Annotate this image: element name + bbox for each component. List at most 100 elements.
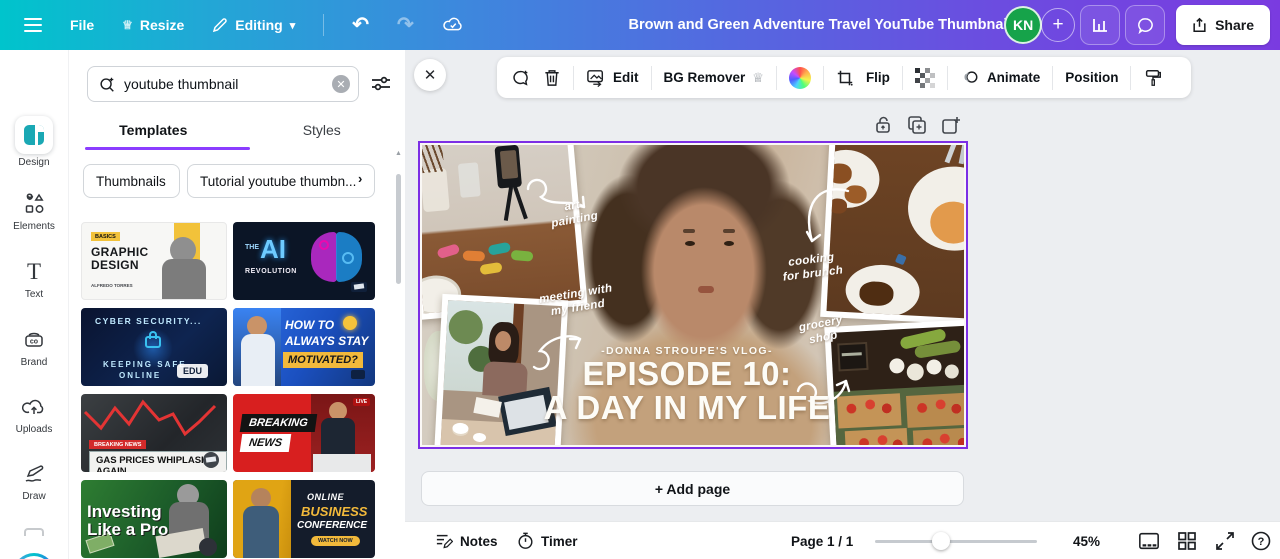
stock-chart-line <box>83 399 217 437</box>
magic-search-icon <box>100 77 114 92</box>
thumbnail-design: art painting meeting with my friend cookin… <box>422 145 964 445</box>
paint-tube <box>436 243 461 260</box>
template-cyber-security[interactable]: CYBER SECURITY... KEEPING SAFE ONLINE ED… <box>81 308 227 386</box>
insights-button[interactable] <box>1080 5 1121 45</box>
scrollbar-thumb[interactable] <box>396 174 401 284</box>
template-motivated[interactable]: HOW TO ALWAYS STAY MOTIVATED? <box>233 308 375 386</box>
person-photo <box>243 506 279 558</box>
template-gas-prices[interactable]: BREAKING NEWS GAS PRICES WHIPLASH AGAIN <box>81 394 227 472</box>
animate-label: Animate <box>986 70 1041 85</box>
edu-cap-icon <box>199 538 217 556</box>
chip-tutorial[interactable]: Tutorial youtube thumbn... <box>187 164 375 198</box>
add-page-icon-button[interactable] <box>940 114 962 136</box>
cloud-saved-icon[interactable] <box>442 14 464 36</box>
projects-folder-icon[interactable] <box>24 528 44 536</box>
design-canvas[interactable]: art painting meeting with my friend cookin… <box>418 141 968 449</box>
sidebar-item-elements[interactable]: Elements <box>0 190 68 232</box>
template-text: DESIGN <box>91 258 139 272</box>
delete-button[interactable] <box>543 68 561 87</box>
tomato-carton <box>844 428 909 445</box>
crop-button[interactable] <box>836 69 854 87</box>
color-picker-button[interactable] <box>788 66 811 89</box>
grid-view-icon[interactable] <box>1176 530 1198 552</box>
flip-button[interactable]: Flip <box>866 70 890 85</box>
file-menu[interactable]: File <box>70 17 94 33</box>
search-input[interactable] <box>124 76 324 92</box>
undo-button[interactable]: ↶ <box>352 15 369 35</box>
notes-label: Notes <box>460 533 498 549</box>
clear-search-icon[interactable]: ✕ <box>332 75 350 93</box>
sidebar-item-brand[interactable]: co Brand <box>0 326 68 368</box>
trash-icon <box>545 70 559 86</box>
sidebar-item-label: Uploads <box>15 424 53 435</box>
resize-button[interactable]: ♕ Resize <box>122 17 184 33</box>
template-text: ONLINE <box>307 492 345 502</box>
duplicate-page-button[interactable] <box>906 114 928 136</box>
headline-line1: EPISODE 10: <box>582 355 792 392</box>
avatar[interactable]: KN <box>1004 6 1043 44</box>
transparency-button[interactable] <box>914 67 935 88</box>
divider <box>1130 65 1132 90</box>
notes-icon <box>436 534 453 549</box>
close-toolbar-button[interactable]: ✕ <box>414 59 446 91</box>
position-label: Position <box>1065 70 1119 85</box>
person-photo <box>251 488 271 508</box>
chips-scroll-chevron-icon[interactable]: › <box>358 171 362 186</box>
sidebar-item-design[interactable]: Design <box>0 116 68 168</box>
template-text: CYBER SECURITY... <box>95 316 202 326</box>
tab-templates[interactable]: Templates <box>69 114 238 150</box>
magic-assistant-button[interactable]: ✦ <box>13 553 55 559</box>
sidebar-item-draw[interactable]: Draw <box>0 460 68 502</box>
template-investing[interactable]: Investing Like a Pro <box>81 480 227 558</box>
menu-icon[interactable] <box>24 18 42 32</box>
lock-page-button[interactable] <box>872 114 894 136</box>
template-graphic-design[interactable]: BASICS GRAPHIC DESIGN ALFREDO TORRES <box>81 222 227 300</box>
pages-view-icon[interactable] <box>1138 530 1160 552</box>
zoom-level[interactable]: 45% <box>1073 522 1100 559</box>
template-text: THE <box>245 244 259 251</box>
fullscreen-icon[interactable] <box>1214 530 1236 552</box>
zoom-slider-track[interactable] <box>875 540 1037 543</box>
bg-remover-button[interactable]: BG Remover ♕ <box>664 70 764 86</box>
photo-detail <box>906 362 925 381</box>
sidebar-item-uploads[interactable]: Uploads <box>0 393 68 435</box>
zoom-slider-knob[interactable] <box>932 532 950 550</box>
add-member-button[interactable]: + <box>1041 8 1076 42</box>
timer-button[interactable]: Timer <box>517 522 578 559</box>
notes-button[interactable]: Notes <box>435 522 498 559</box>
panel-scrollbar[interactable] <box>396 162 401 552</box>
filter-button[interactable] <box>369 72 393 96</box>
document-title[interactable]: Brown and Green Adventure Travel YouTube… <box>610 0 1030 50</box>
template-ai-revolution[interactable]: THE AI REVOLUTION <box>233 222 375 300</box>
add-comment-button[interactable] <box>511 68 531 88</box>
redo-button[interactable]: ↷ <box>397 15 414 35</box>
chip-thumbnails[interactable]: Thumbnails <box>83 164 180 198</box>
search-box[interactable]: ✕ <box>87 66 359 102</box>
tab-styles[interactable]: Styles <box>238 114 407 150</box>
help-icon[interactable]: ? <box>1250 530 1272 552</box>
person-photo <box>241 334 275 386</box>
edit-image-button[interactable]: Edit <box>586 69 639 87</box>
editing-mode-dropdown[interactable]: Editing ▾ <box>212 17 295 33</box>
template-business-conference[interactable]: ONLINE BUSINESS CONFERENCE WATCH NOW <box>233 480 375 558</box>
share-button[interactable]: Share <box>1176 5 1270 45</box>
add-page-button[interactable]: + Add page <box>421 471 964 506</box>
template-text: REVOLUTION <box>245 268 297 275</box>
template-text: BREAKING NEWS <box>89 440 147 449</box>
divider <box>573 65 574 90</box>
template-breaking-news[interactable]: BREAKING NEWS LIVE <box>233 394 375 472</box>
templates-panel: ✕ Templates Styles Thumbnails Tutorial y… <box>68 50 405 559</box>
template-text: MOTIVATED? <box>283 352 363 368</box>
sidebar-item-text[interactable]: T Text <box>0 258 68 300</box>
comments-button[interactable] <box>1125 5 1166 45</box>
context-toolbar: Edit BG Remover ♕ Flip Animate Position <box>497 57 1191 98</box>
photo-detail <box>422 168 451 213</box>
speech-bubble-icon <box>1137 17 1153 34</box>
position-button[interactable]: Position <box>1065 70 1118 85</box>
animate-button[interactable]: Animate <box>960 69 1040 87</box>
brand-icon: co <box>16 326 52 354</box>
copy-style-button[interactable] <box>1143 68 1163 88</box>
flip-label: Flip <box>865 70 890 85</box>
scroll-up-icon[interactable]: ▲ <box>395 150 402 157</box>
uploads-cloud-icon <box>16 393 52 421</box>
